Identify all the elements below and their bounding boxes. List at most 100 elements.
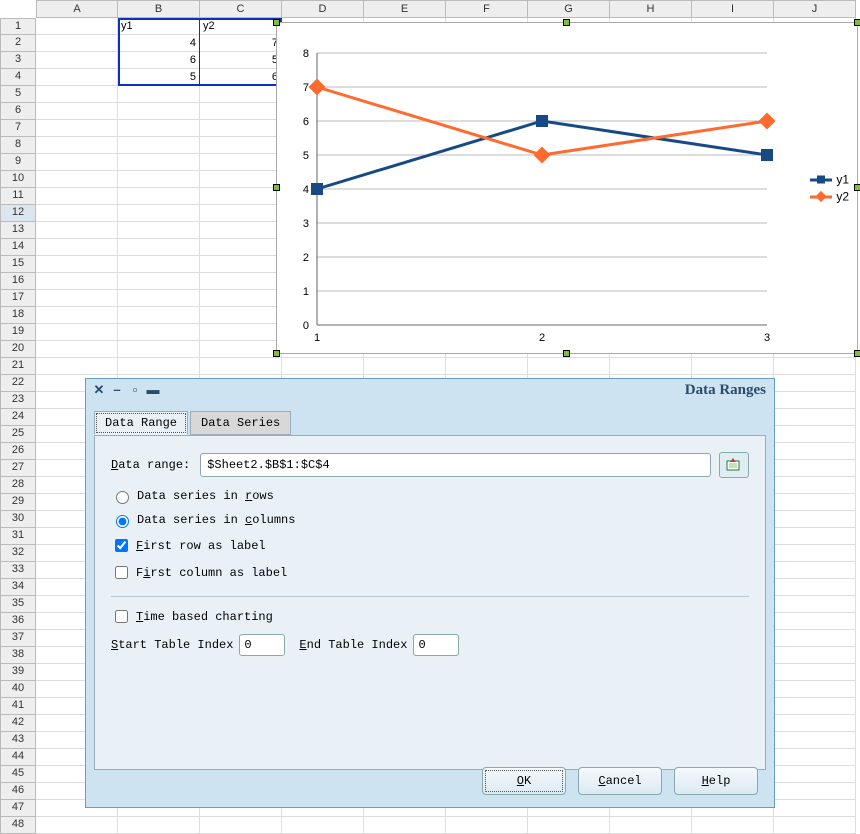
row-header[interactable]: 43 bbox=[0, 732, 36, 749]
cell[interactable] bbox=[774, 528, 856, 545]
row-header[interactable]: 23 bbox=[0, 392, 36, 409]
cell[interactable] bbox=[364, 358, 446, 375]
cell[interactable] bbox=[200, 341, 282, 358]
cell[interactable] bbox=[118, 222, 200, 239]
help-button[interactable]: Help bbox=[674, 767, 758, 795]
close-icon[interactable]: ✕ bbox=[94, 385, 104, 395]
cell[interactable]: y1 bbox=[118, 18, 200, 35]
cell[interactable] bbox=[774, 596, 856, 613]
row-header[interactable]: 38 bbox=[0, 647, 36, 664]
cell[interactable] bbox=[446, 358, 528, 375]
row-header[interactable]: 25 bbox=[0, 426, 36, 443]
cell[interactable] bbox=[118, 239, 200, 256]
cell[interactable] bbox=[36, 137, 118, 154]
cell[interactable] bbox=[774, 766, 856, 783]
cell[interactable]: 6 bbox=[118, 52, 200, 69]
row-header[interactable]: 33 bbox=[0, 562, 36, 579]
row-header[interactable]: 10 bbox=[0, 171, 36, 188]
cell[interactable] bbox=[36, 86, 118, 103]
cell[interactable] bbox=[118, 256, 200, 273]
cancel-button[interactable]: Cancel bbox=[578, 767, 662, 795]
row-header[interactable]: 35 bbox=[0, 596, 36, 613]
cell[interactable] bbox=[774, 443, 856, 460]
cell[interactable] bbox=[36, 290, 118, 307]
cell[interactable] bbox=[36, 307, 118, 324]
cell[interactable] bbox=[36, 205, 118, 222]
row-header[interactable]: 19 bbox=[0, 324, 36, 341]
row-header[interactable]: 36 bbox=[0, 613, 36, 630]
cell[interactable] bbox=[118, 341, 200, 358]
row-header[interactable]: 18 bbox=[0, 307, 36, 324]
row-header[interactable]: 22 bbox=[0, 375, 36, 392]
radio-series-columns[interactable] bbox=[116, 515, 129, 528]
row-header[interactable]: 44 bbox=[0, 749, 36, 766]
cell[interactable] bbox=[36, 256, 118, 273]
row-header[interactable]: 30 bbox=[0, 511, 36, 528]
cell[interactable] bbox=[200, 222, 282, 239]
shade-icon[interactable]: ▬ bbox=[148, 385, 158, 395]
minimize-icon[interactable]: – bbox=[112, 385, 122, 395]
row-header[interactable]: 20 bbox=[0, 341, 36, 358]
row-header[interactable]: 5 bbox=[0, 86, 36, 103]
cell[interactable] bbox=[774, 562, 856, 579]
row-header[interactable]: 46 bbox=[0, 783, 36, 800]
row-header[interactable]: 41 bbox=[0, 698, 36, 715]
cell[interactable] bbox=[118, 171, 200, 188]
cell[interactable] bbox=[118, 86, 200, 103]
row-header[interactable]: 37 bbox=[0, 630, 36, 647]
cell[interactable] bbox=[610, 358, 692, 375]
cell[interactable] bbox=[774, 698, 856, 715]
cell[interactable] bbox=[36, 154, 118, 171]
cell[interactable] bbox=[200, 205, 282, 222]
row-header[interactable]: 9 bbox=[0, 154, 36, 171]
column-header[interactable]: B bbox=[118, 0, 200, 18]
cell[interactable] bbox=[282, 817, 364, 834]
row-header[interactable]: 34 bbox=[0, 579, 36, 596]
cell[interactable] bbox=[692, 358, 774, 375]
cell[interactable] bbox=[200, 273, 282, 290]
cell[interactable] bbox=[528, 358, 610, 375]
row-header[interactable]: 45 bbox=[0, 766, 36, 783]
row-header[interactable]: 12 bbox=[0, 205, 36, 222]
cell[interactable] bbox=[200, 137, 282, 154]
cell[interactable] bbox=[36, 103, 118, 120]
cell[interactable] bbox=[774, 511, 856, 528]
row-header[interactable]: 15 bbox=[0, 256, 36, 273]
cell[interactable] bbox=[774, 749, 856, 766]
cell[interactable] bbox=[774, 426, 856, 443]
cell[interactable] bbox=[774, 409, 856, 426]
checkbox-time-based[interactable] bbox=[115, 610, 128, 623]
cell[interactable] bbox=[774, 664, 856, 681]
restore-icon[interactable]: ▫ bbox=[130, 385, 140, 395]
row-header[interactable]: 32 bbox=[0, 545, 36, 562]
cell[interactable]: 7 bbox=[200, 35, 282, 52]
row-header[interactable]: 8 bbox=[0, 137, 36, 154]
cell[interactable] bbox=[200, 103, 282, 120]
cell[interactable] bbox=[200, 154, 282, 171]
tab-data-range[interactable]: Data Range bbox=[94, 411, 188, 435]
row-header[interactable]: 31 bbox=[0, 528, 36, 545]
cell[interactable] bbox=[446, 817, 528, 834]
row-header[interactable]: 13 bbox=[0, 222, 36, 239]
cell[interactable] bbox=[118, 137, 200, 154]
row-header[interactable]: 40 bbox=[0, 681, 36, 698]
cell[interactable] bbox=[774, 579, 856, 596]
dialog-titlebar[interactable]: ✕ – ▫ ▬ Data Ranges bbox=[86, 379, 774, 401]
cell[interactable] bbox=[774, 681, 856, 698]
cell[interactable] bbox=[200, 324, 282, 341]
column-header[interactable]: H bbox=[610, 0, 692, 18]
row-header[interactable]: 21 bbox=[0, 358, 36, 375]
cell[interactable] bbox=[200, 256, 282, 273]
cell[interactable] bbox=[774, 647, 856, 664]
cell[interactable] bbox=[774, 715, 856, 732]
column-header[interactable]: A bbox=[36, 0, 118, 18]
end-index-input[interactable] bbox=[413, 634, 459, 656]
row-header[interactable]: 47 bbox=[0, 800, 36, 817]
cell[interactable] bbox=[774, 545, 856, 562]
cell[interactable]: 6 bbox=[200, 69, 282, 86]
chart-handle[interactable] bbox=[563, 350, 570, 357]
cell[interactable]: 5 bbox=[118, 69, 200, 86]
row-header[interactable]: 1 bbox=[0, 18, 36, 35]
cell[interactable] bbox=[36, 817, 118, 834]
cell[interactable] bbox=[118, 273, 200, 290]
